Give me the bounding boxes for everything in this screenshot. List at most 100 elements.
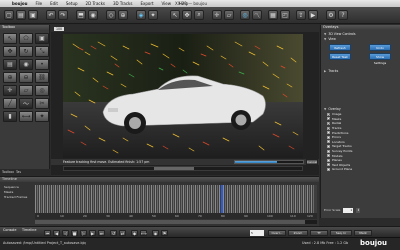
camera-setup-icon[interactable]: ◉ (88, 10, 98, 20)
timeline-scrollbar[interactable] (35, 220, 317, 224)
range-icon[interactable]: ⟷ (140, 230, 147, 236)
menu-setup[interactable]: Setup (62, 1, 82, 6)
refresh-tasks-button[interactable]: Refresh Tasks (329, 44, 351, 56)
reset-task-button[interactable]: Reset Task (329, 53, 351, 60)
tool-plane-icon[interactable]: ▱ (19, 85, 33, 96)
expand-tracks-icon[interactable]: ▶ (324, 69, 326, 73)
tool-fill-icon[interactable]: ▮ (3, 111, 17, 122)
solve-camera-icon[interactable]: ◈ (136, 10, 146, 20)
flag-icon[interactable]: ⚑ (161, 230, 168, 236)
tool-cut-icon[interactable]: ✂ (35, 98, 49, 109)
tab-timeline[interactable]: Timeline (22, 228, 36, 232)
tool-star-icon[interactable]: ✦ (35, 111, 49, 122)
export-icon[interactable]: ⇪ (296, 10, 306, 20)
open-project-icon[interactable]: ▤ (16, 10, 26, 20)
overlay-checkbox[interactable] (327, 167, 330, 171)
go-end-icon[interactable]: ⏭ (98, 230, 105, 236)
tool-remove-track-icon[interactable]: ⊖ (19, 72, 33, 83)
tool-line-icon[interactable]: ╱ (3, 98, 17, 109)
timeline-scrollbar-thumb[interactable] (35, 220, 305, 224)
overlay-checkbox[interactable] (327, 163, 330, 167)
tool-point-icon[interactable]: • (35, 59, 49, 70)
select-icon[interactable]: ↖ (170, 10, 180, 20)
settings-icon[interactable]: ⚙ (326, 10, 336, 20)
tool-image-icon[interactable]: ▣ (35, 33, 49, 44)
bounce-icon[interactable]: ⇄ (119, 230, 126, 236)
mask-icon[interactable]: ◇ (106, 10, 116, 20)
tool-move-icon[interactable]: ✥ (3, 46, 17, 57)
new-project-icon[interactable]: ▢ (4, 10, 14, 20)
zoom-icon[interactable]: ⌕ (194, 10, 204, 20)
overlay-checkbox[interactable] (327, 158, 330, 162)
overlay-checkbox[interactable] (327, 121, 331, 126)
tab-console[interactable]: Console (3, 228, 16, 232)
menu-edit[interactable]: Edit (46, 1, 62, 6)
tool-polygon-mask-icon[interactable]: ⬠ (19, 33, 33, 44)
viewer-scrollbar[interactable] (63, 166, 303, 171)
tool-rotate-icon[interactable]: ↻ (19, 46, 33, 57)
seq-in-toggle[interactable]: Seq. In (330, 230, 352, 236)
overlay-checkbox[interactable] (327, 144, 330, 148)
pan-icon[interactable]: ✥ (182, 10, 192, 20)
graph-icon[interactable]: 〽 (252, 10, 262, 20)
go-start-icon[interactable]: ⏮ (44, 230, 51, 236)
overlay-checkbox[interactable] (327, 126, 331, 131)
key-icon[interactable]: ◆ (131, 230, 138, 236)
undo-selection-button[interactable]: Undo Selection (369, 44, 391, 56)
locator-icon[interactable]: ✛ (212, 10, 222, 20)
expand-overlay-icon[interactable]: ▼ (324, 107, 326, 111)
menu-3d-tracks[interactable]: 3D Tracks (109, 1, 136, 6)
step-back-icon[interactable]: ◀ (53, 230, 60, 236)
tool-locator-icon[interactable]: ✛ (3, 85, 17, 96)
refine-icon[interactable]: ✦ (148, 10, 158, 20)
zoom-field[interactable]: 100 (54, 26, 65, 31)
snapshot-icon[interactable]: ◉ (152, 230, 159, 236)
loop-icon[interactable]: ↺ (110, 230, 117, 236)
timeline-track[interactable] (35, 185, 317, 213)
error-scale-stepper-icon[interactable]: ⇕ (356, 207, 361, 213)
tool-camera-icon[interactable]: ◎ (35, 85, 49, 96)
tool-scale-icon[interactable]: ⤡ (35, 46, 49, 57)
tool-link-icon[interactable]: ⛓ (35, 72, 49, 83)
viewer-scrollbar-thumb[interactable] (154, 167, 194, 170)
tab-toolbox[interactable]: Toolbox (2, 170, 14, 174)
help-icon[interactable]: ? (338, 10, 348, 20)
tt-toggle[interactable]: TT (310, 230, 328, 236)
overlay-checkbox[interactable] (327, 149, 330, 153)
redo-icon[interactable]: ↷ (58, 10, 68, 20)
target-track-icon[interactable]: ◎ (240, 10, 250, 20)
menu-view[interactable]: View (158, 1, 176, 6)
tool-add-track-icon[interactable]: ⊕ (3, 72, 17, 83)
error-scale-input[interactable]: 1 (343, 207, 354, 213)
render-icon[interactable]: ▶ (308, 10, 318, 20)
overlay-toggle[interactable]: Overl... (268, 230, 286, 236)
ground-plane-icon[interactable]: ▱ (224, 10, 234, 20)
menu-app[interactable]: boujou (8, 1, 31, 6)
overlay-checkbox[interactable] (327, 135, 330, 139)
track-features-icon[interactable]: ⊕ (118, 10, 128, 20)
play-back-icon[interactable]: ◁ (62, 230, 69, 236)
tool-select-icon[interactable]: ↖ (3, 33, 17, 44)
view-3d-icon[interactable]: ◰ (280, 10, 290, 20)
timeline-playhead[interactable] (221, 185, 223, 213)
expand-3d-icon[interactable]: ▼ (324, 32, 326, 36)
tool-lens-icon[interactable]: ◉ (19, 59, 33, 70)
overlay-checkbox[interactable] (327, 131, 330, 135)
overlay-item[interactable]: Ground Plane (327, 167, 352, 172)
import-sequence-icon[interactable]: ⬒ (76, 10, 86, 20)
footage-frame[interactable] (63, 34, 303, 158)
overlay-checkbox[interactable] (327, 154, 330, 158)
menu-export[interactable]: Export (136, 1, 157, 6)
menu-2d-tracks[interactable]: 2D Tracks (82, 1, 109, 6)
menu-file[interactable]: File (31, 1, 46, 6)
play-icon[interactable]: ▷ (80, 230, 87, 236)
overlay-checkbox[interactable] (327, 117, 331, 122)
timeline-row-label[interactable]: Tracked Frames (0, 195, 34, 200)
step-forward-icon[interactable]: ▶ (89, 230, 96, 236)
tool-measure-icon[interactable]: ⟷ (19, 111, 33, 122)
show-settings-button[interactable]: Show Settings (369, 53, 391, 65)
overlay-checkbox[interactable] (327, 140, 330, 144)
tool-curve-icon[interactable]: 〜 (19, 98, 33, 109)
undo-icon[interactable]: ↶ (46, 10, 56, 20)
zoom-toggle[interactable]: Zoom (288, 230, 308, 236)
